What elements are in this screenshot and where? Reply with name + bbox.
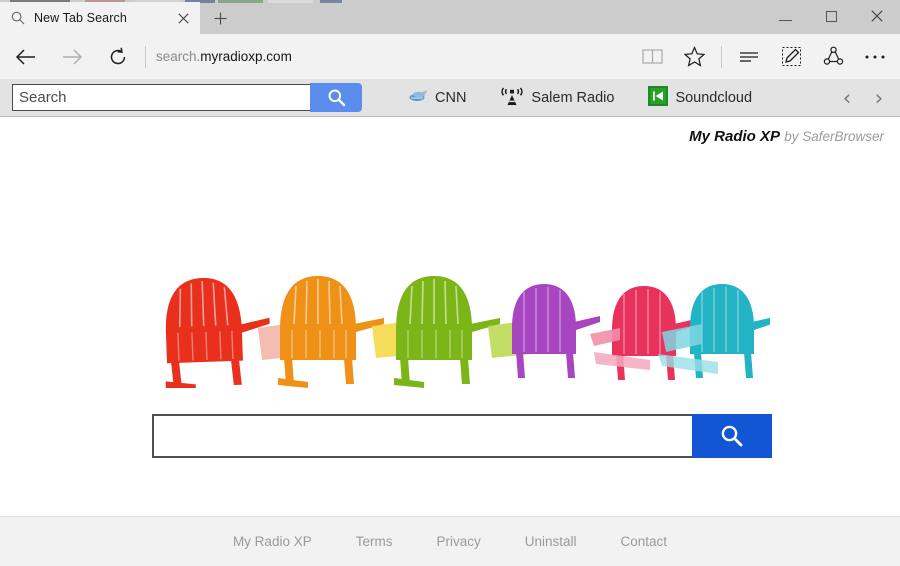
chair-purple — [511, 283, 601, 379]
refresh-button[interactable] — [95, 34, 141, 79]
quicklink-cnn[interactable]: CNN — [408, 88, 466, 108]
tab-close-icon[interactable] — [174, 9, 192, 27]
toolbar-search-group — [12, 83, 362, 112]
chair-orange — [277, 275, 385, 388]
back-arrow-icon — [15, 48, 35, 65]
forward-button[interactable] — [49, 34, 95, 79]
minimize-button[interactable] — [762, 0, 808, 32]
toolbar-divider-2 — [721, 45, 722, 68]
footer-link-privacy[interactable]: Privacy — [436, 534, 480, 549]
tab-title: New Tab Search — [34, 11, 127, 25]
close-icon — [871, 10, 883, 22]
quicklinks-prev-button[interactable]: ‹ — [834, 83, 860, 113]
page-footer: My Radio XP Terms Privacy Uninstall Cont… — [0, 516, 900, 566]
hub-icon[interactable] — [728, 34, 770, 79]
footer-link-my-radio-xp[interactable]: My Radio XP — [233, 534, 312, 549]
forward-arrow-icon — [63, 48, 83, 65]
browser-tab[interactable]: New Tab Search — [0, 2, 200, 34]
quicklinks-next-button[interactable]: › — [866, 83, 892, 113]
navigation-toolbar: search. myradioxp.com — [0, 34, 900, 79]
refresh-icon — [110, 47, 126, 64]
close-button[interactable] — [854, 0, 900, 32]
quicklink-soundcloud[interactable]: Soundcloud — [648, 85, 753, 110]
search-icon — [328, 89, 345, 107]
new-tab-button[interactable] — [200, 2, 240, 34]
page-content: My Radio XP by SaferBrowser My Radio XP … — [0, 118, 900, 566]
footer-link-contact[interactable]: Contact — [621, 534, 668, 549]
toolbar-actions — [631, 34, 896, 79]
maximize-button[interactable] — [808, 0, 854, 32]
address-bar[interactable]: search. myradioxp.com — [156, 34, 631, 79]
quicklink-label: Salem Radio — [531, 89, 615, 106]
main-search-button[interactable] — [692, 414, 772, 458]
search-icon — [10, 10, 26, 26]
web-note-icon[interactable] — [770, 34, 812, 79]
toolbar-search-input[interactable] — [12, 84, 310, 111]
search-icon — [721, 425, 743, 447]
quicklink-label: CNN — [435, 89, 467, 106]
more-icon[interactable] — [854, 34, 896, 79]
plus-icon — [214, 12, 226, 24]
window-controls — [762, 0, 900, 32]
hero-chairs-image — [150, 270, 770, 388]
brand-label: My Radio XP by SaferBrowser — [689, 128, 884, 145]
extension-toolbar: CNN Salem Radio — [0, 79, 900, 117]
toolbar-search-button[interactable] — [310, 83, 362, 112]
toolbar-divider — [145, 45, 146, 68]
toolbar-scroll-arrows: ‹ › — [834, 79, 892, 117]
share-icon[interactable] — [812, 34, 854, 79]
adirondack-chairs-illustration — [161, 274, 770, 388]
main-search-group — [152, 414, 772, 458]
chair-green — [393, 275, 501, 388]
footer-link-uninstall[interactable]: Uninstall — [525, 534, 577, 549]
footer-link-terms[interactable]: Terms — [356, 534, 393, 549]
toolbar-quicklinks: CNN Salem Radio Soundcloud — [408, 85, 752, 111]
broadcast-antenna-icon — [500, 85, 524, 111]
cnn-icon — [408, 88, 428, 108]
brand-name: My Radio XP — [689, 128, 781, 145]
main-search-input[interactable] — [152, 414, 692, 458]
quicklink-label: Soundcloud — [675, 89, 753, 106]
url-domain: myradioxp.com — [200, 49, 292, 64]
favorites-star-icon[interactable] — [673, 34, 715, 79]
url-prefix: search. — [156, 49, 201, 64]
reading-view-icon[interactable] — [631, 34, 673, 79]
back-button[interactable] — [3, 34, 49, 79]
tab-strip: New Tab Search — [0, 0, 900, 34]
quicklink-salem-radio[interactable]: Salem Radio — [500, 85, 614, 111]
soundcloud-icon — [648, 85, 669, 110]
brand-byline: by SaferBrowser — [784, 129, 884, 144]
chair-red — [161, 274, 273, 388]
